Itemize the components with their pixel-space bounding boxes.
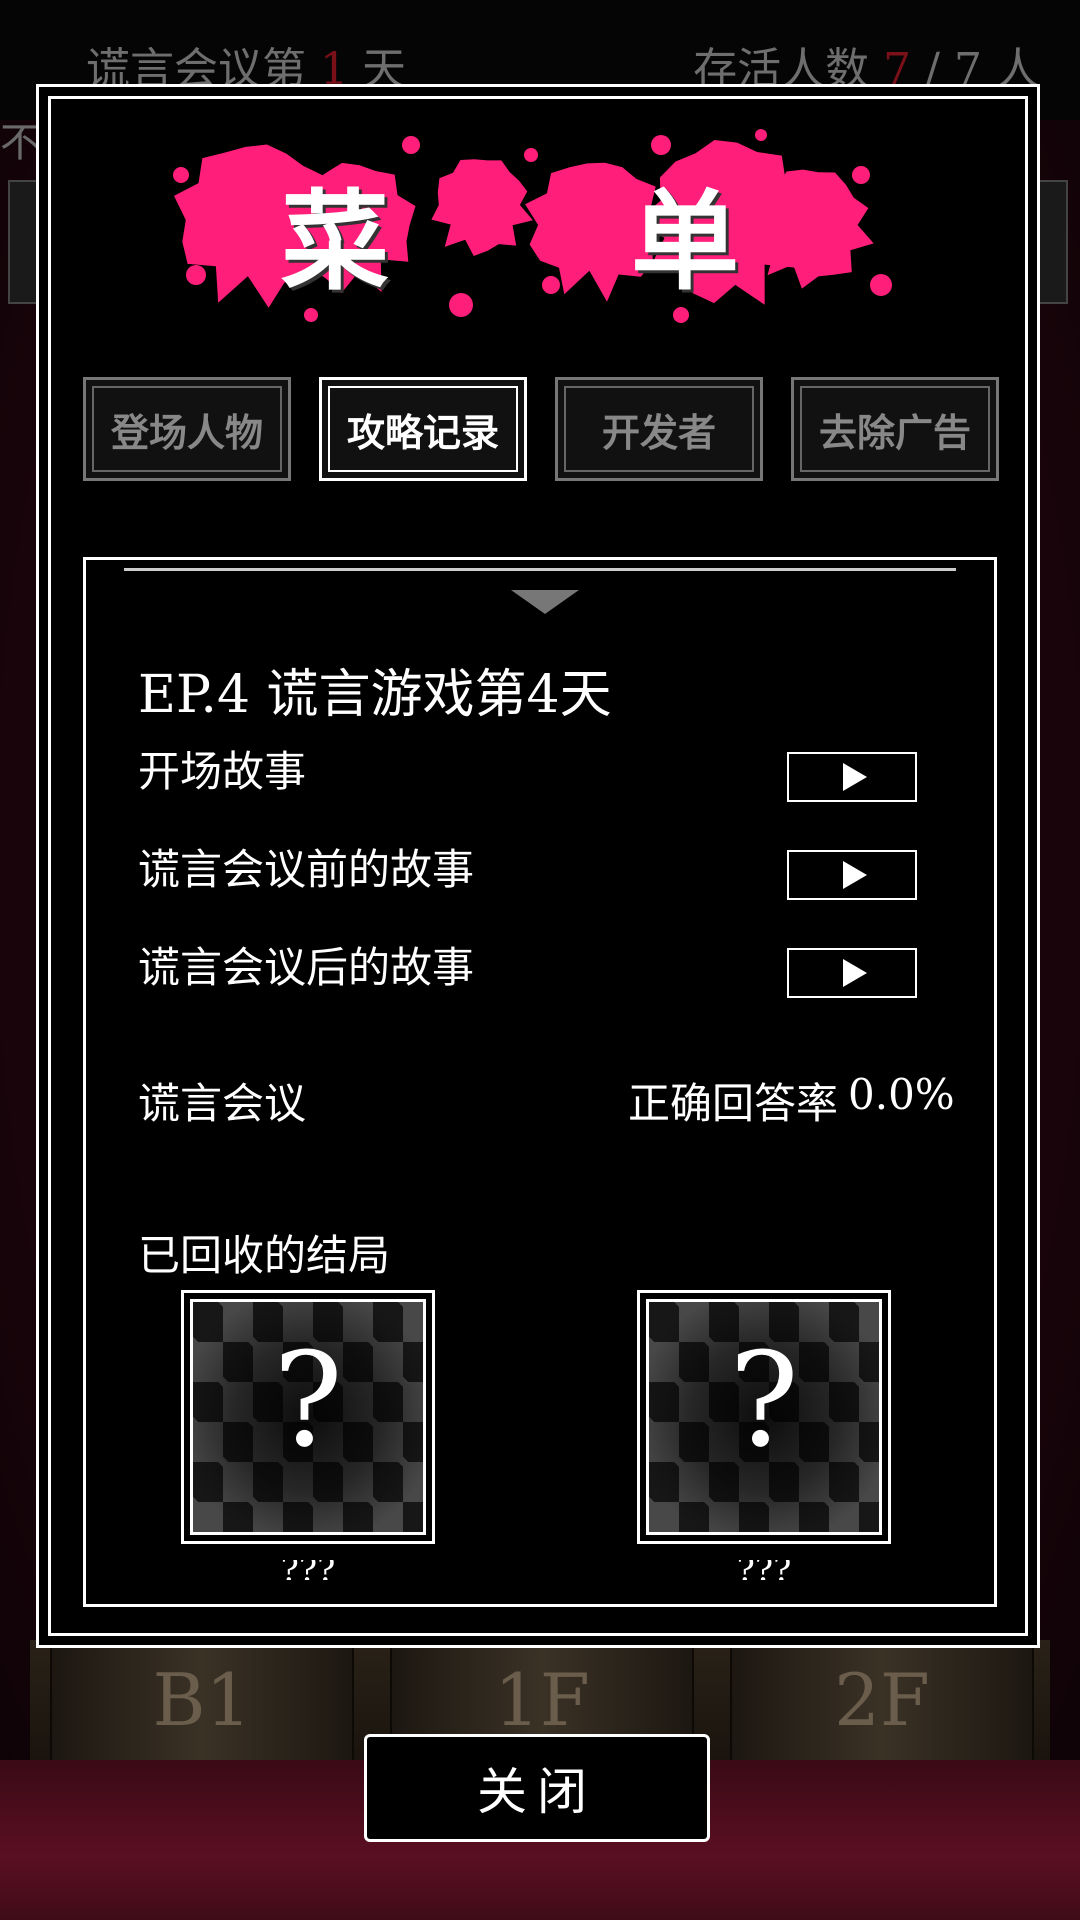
paint-splat-icon xyxy=(173,129,892,323)
side-text: 不 xyxy=(0,120,40,166)
paint-drop xyxy=(524,148,538,162)
paint-drop xyxy=(542,276,560,294)
close-button-label: 关闭 xyxy=(477,1763,597,1821)
ending-card-1[interactable]: ? xyxy=(181,1290,435,1544)
menu-tabs: 登场人物 攻略记录 开发者 去除广告 xyxy=(83,377,1001,485)
paint-splat xyxy=(431,159,533,256)
divider xyxy=(124,568,956,571)
menu-title: 菜 单 xyxy=(161,115,921,345)
tab-remove-ads-label: 去除广告 xyxy=(818,410,971,455)
play-opening-story-button[interactable] xyxy=(787,752,917,802)
endings-label: 已回收的结局 xyxy=(138,1231,391,1280)
tab-walkthrough-record-label: 攻略记录 xyxy=(346,410,499,455)
tab-remove-ads[interactable]: 去除广告 xyxy=(791,377,999,481)
paint-drop xyxy=(870,274,892,296)
accuracy-value: 0.0% xyxy=(848,1070,955,1119)
question-mark-icon: ? xyxy=(273,1324,343,1476)
paint-drop xyxy=(651,135,671,155)
episode-title: EP.4 谎言游戏第4天 xyxy=(138,665,612,725)
paint-drop xyxy=(186,265,206,285)
paint-drop xyxy=(755,129,767,141)
tab-characters-label: 登场人物 xyxy=(110,410,263,455)
tab-developer[interactable]: 开发者 xyxy=(555,377,763,481)
meeting-label: 谎言会议 xyxy=(138,1079,307,1128)
play-after-meeting-story-button[interactable] xyxy=(787,948,917,998)
play-icon xyxy=(843,959,867,987)
record-panel[interactable]: EP.4 谎言游戏第4天 开场故事 谎言会议前的故事 谎言会议后的故事 谎言会议… xyxy=(83,557,997,1607)
story-label-after-meeting: 谎言会议后的故事 xyxy=(138,943,475,992)
chevron-down-icon[interactable] xyxy=(511,590,579,614)
menu-modal: 菜 单 登场人物 攻略记录 开发者 去除广告 EP.4 谎言游戏第4天 开场故事… xyxy=(36,84,1040,1648)
door-b1: B1 xyxy=(50,1640,354,1760)
accuracy-label: 正确回答率 xyxy=(628,1079,839,1128)
paint-drop xyxy=(402,136,420,154)
paint-drop xyxy=(173,167,189,183)
tab-characters[interactable]: 登场人物 xyxy=(83,377,291,481)
tab-developer-label: 开发者 xyxy=(601,410,716,455)
play-before-meeting-story-button[interactable] xyxy=(787,850,917,900)
story-label-opening: 开场故事 xyxy=(138,747,307,796)
tab-walkthrough-record[interactable]: 攻略记录 xyxy=(319,377,527,481)
ending-card-2[interactable]: ? xyxy=(637,1290,891,1544)
door-2f: 2F xyxy=(730,1640,1034,1760)
close-button[interactable]: 关闭 xyxy=(364,1734,710,1842)
menu-title-char-1: 菜 xyxy=(281,180,390,305)
ending-caption-2: ??? xyxy=(736,1560,792,1580)
paint-drop xyxy=(449,293,473,317)
story-label-before-meeting: 谎言会议前的故事 xyxy=(138,845,475,894)
ending-caption-1: ??? xyxy=(280,1560,336,1580)
play-icon xyxy=(843,861,867,889)
play-icon xyxy=(843,763,867,791)
menu-title-char-2: 单 xyxy=(631,180,740,305)
question-mark-icon: ? xyxy=(729,1324,799,1476)
paint-drop xyxy=(852,166,870,184)
